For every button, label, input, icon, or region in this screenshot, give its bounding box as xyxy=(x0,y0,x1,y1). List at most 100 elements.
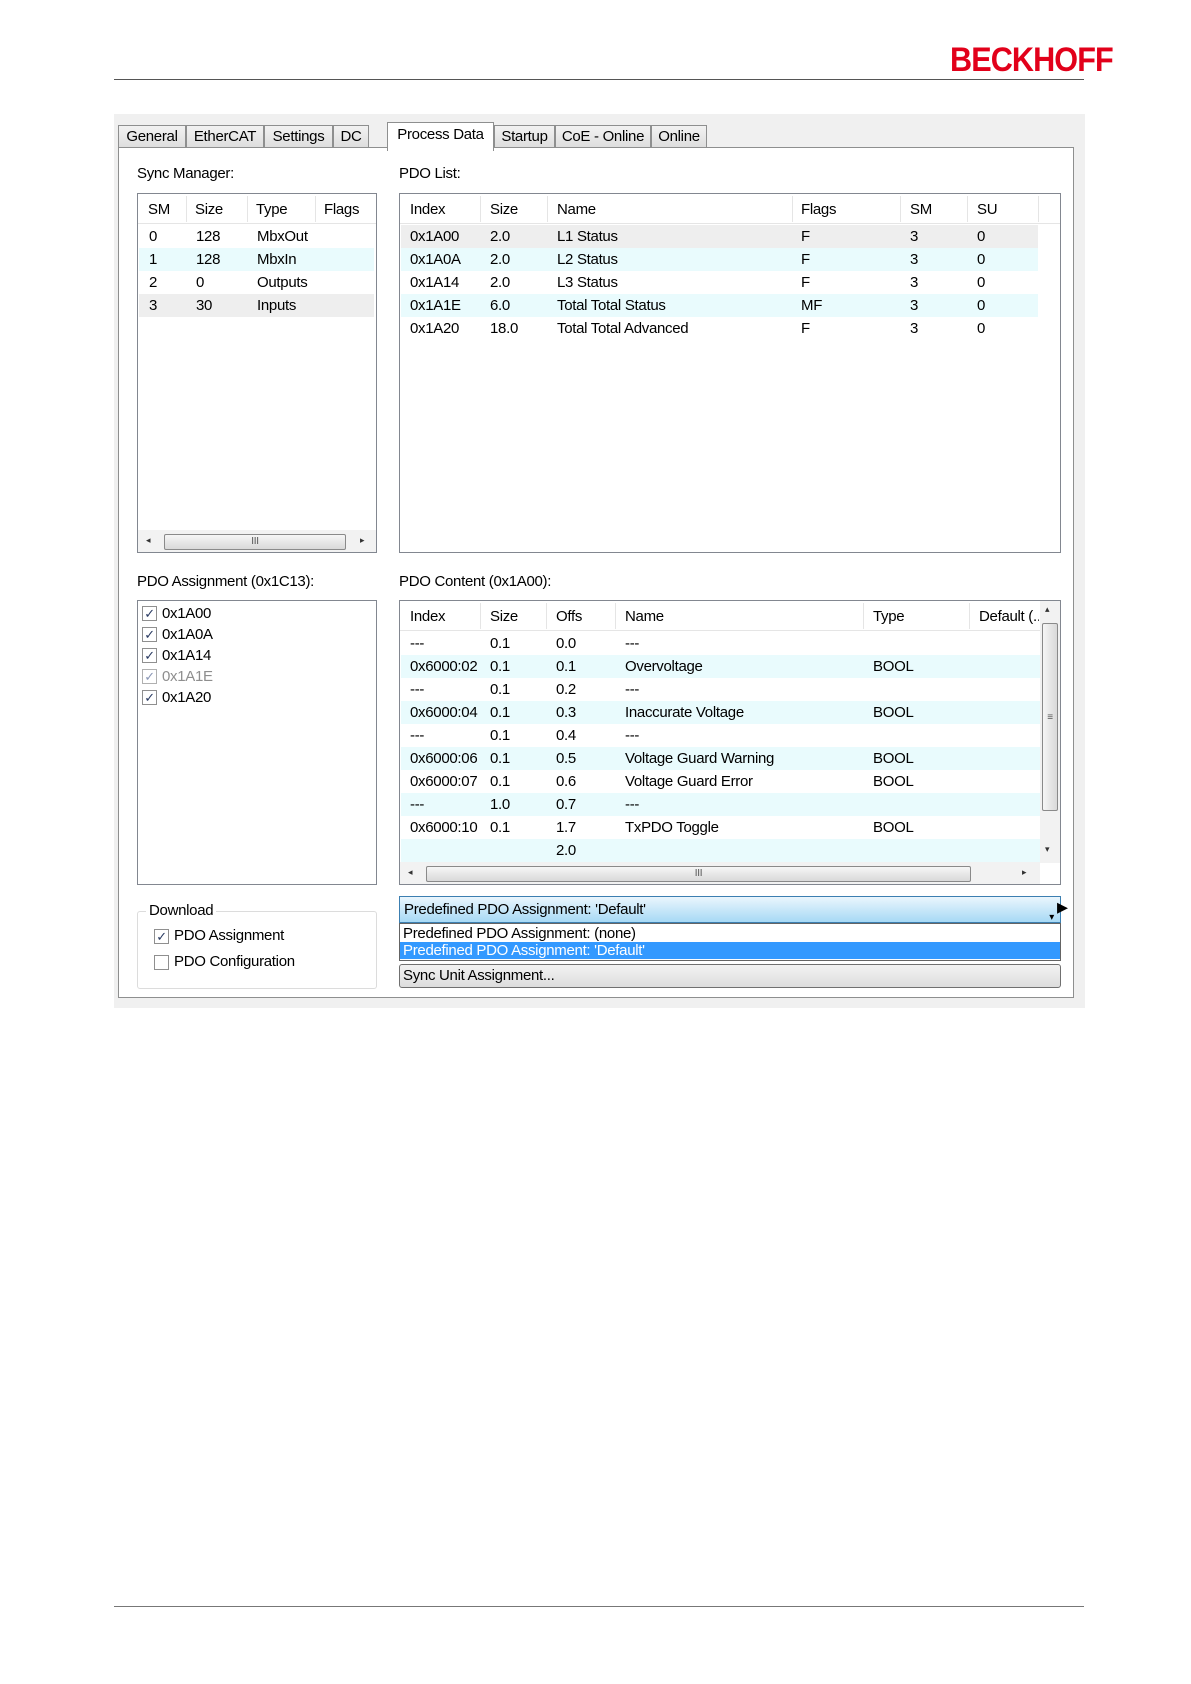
pdo-configuration-checkbox[interactable] xyxy=(154,955,169,970)
pdo-content-vscrollbar[interactable]: ▴ ≡ ▾ xyxy=(1040,601,1060,863)
cell-index: --- xyxy=(410,727,425,744)
cell-type: BOOL xyxy=(873,658,914,675)
cell-offs: 0.1 xyxy=(556,658,576,675)
tab-settings[interactable]: Settings xyxy=(264,125,333,149)
cell-offs: 0.2 xyxy=(556,681,576,698)
column-header-type[interactable]: Type xyxy=(256,201,288,218)
column-header-flags[interactable]: Flags xyxy=(324,201,359,218)
scroll-down-icon[interactable]: ▾ xyxy=(1045,844,1050,855)
scroll-thumb[interactable]: III xyxy=(426,866,971,882)
table-row[interactable]: 2 0 Outputs xyxy=(139,271,374,294)
cell-size: 0.1 xyxy=(490,635,510,652)
cell-size: 2.0 xyxy=(490,274,510,291)
cell-name: --- xyxy=(625,635,640,652)
table-row[interactable]: 2.0 xyxy=(401,839,1041,862)
checkbox[interactable]: ✓ xyxy=(142,690,157,705)
pdo-content-list[interactable]: Index Size Offs Name Type Default (... -… xyxy=(399,600,1061,885)
checkbox[interactable]: ✓ xyxy=(142,606,157,621)
cell-size: 0.1 xyxy=(490,727,510,744)
footer-rule xyxy=(114,1606,1084,1607)
predefined-pdo-combobox[interactable]: Predefined PDO Assignment: 'Default' ▾ xyxy=(399,896,1061,923)
cell-offs: 1.7 xyxy=(556,819,576,836)
table-row[interactable]: 0x6000:06 0.1 0.5 Voltage Guard Warning … xyxy=(401,747,1041,770)
tab-coe-online[interactable]: CoE - Online xyxy=(555,125,651,149)
cell-offs: 0.3 xyxy=(556,704,576,721)
cell-su: 0 xyxy=(977,297,986,314)
scroll-right-icon[interactable]: ▸ xyxy=(1022,867,1027,878)
checkbox[interactable]: ✓ xyxy=(142,648,157,663)
cell-index: 0x1A0A xyxy=(410,251,461,268)
column-header-su[interactable]: SU xyxy=(977,201,998,218)
table-row[interactable]: 0x1A00 2.0 L1 Status F 3 0 xyxy=(401,225,1038,248)
cell-index: --- xyxy=(410,796,425,813)
table-row[interactable]: 0x1A0A 2.0 L2 Status F 3 0 xyxy=(401,248,1038,271)
table-row[interactable]: 3 30 Inputs xyxy=(139,294,374,317)
column-header-default[interactable]: Default (... xyxy=(979,608,1039,625)
download-group-label: Download xyxy=(146,902,217,919)
cell-index: 0x6000:06 xyxy=(410,750,478,767)
sync-unit-assignment-button[interactable]: Sync Unit Assignment... xyxy=(399,964,1061,988)
table-row[interactable]: 0x1A1E 6.0 Total Total Status MF 3 0 xyxy=(401,294,1038,317)
scroll-left-icon[interactable]: ◂ xyxy=(408,867,413,878)
dropdown-option-default[interactable]: Predefined PDO Assignment: 'Default' xyxy=(400,942,1060,959)
column-header-name[interactable]: Name xyxy=(625,608,664,625)
column-header-size[interactable]: Size xyxy=(195,201,223,218)
table-row[interactable]: --- 0.1 0.0 --- xyxy=(401,632,1041,655)
predefined-pdo-dropdown: Predefined PDO Assignment: (none) Predef… xyxy=(399,923,1061,961)
column-header-size[interactable]: Size xyxy=(490,608,518,625)
table-row[interactable]: --- 0.1 0.4 --- xyxy=(401,724,1041,747)
cell-name: Total Total Status xyxy=(557,297,666,314)
tab-process-data[interactable]: Process Data xyxy=(387,122,494,151)
column-header-sm[interactable]: SM xyxy=(148,201,170,218)
table-row[interactable]: 0x6000:04 0.1 0.3 Inaccurate Voltage BOO… xyxy=(401,701,1041,724)
scroll-left-icon[interactable]: ◂ xyxy=(146,535,151,546)
column-header-flags[interactable]: Flags xyxy=(801,201,836,218)
tab-dc[interactable]: DC xyxy=(333,125,369,149)
column-header-name[interactable]: Name xyxy=(557,201,596,218)
tab-startup[interactable]: Startup xyxy=(494,125,555,149)
table-row[interactable]: --- 1.0 0.7 --- xyxy=(401,793,1041,816)
table-row[interactable]: 0 128 MbxOut xyxy=(139,225,374,248)
cell-name: --- xyxy=(625,727,640,744)
pdo-content-hscrollbar[interactable]: ◂ III ▸ xyxy=(400,862,1040,884)
sync-manager-list[interactable]: SM Size Type Flags 0 128 MbxOut 1 128 Mb… xyxy=(137,193,377,553)
pdo-list[interactable]: Index Size Name Flags SM SU 0x1A00 2.0 L… xyxy=(399,193,1061,553)
table-row[interactable]: 0x1A14 2.0 L3 Status F 3 0 xyxy=(401,271,1038,294)
scroll-thumb[interactable]: ≡ xyxy=(1042,623,1058,811)
pdo-content-header: Index Size Offs Name Type Default (... xyxy=(400,601,1040,631)
scroll-thumb[interactable]: III xyxy=(164,534,346,550)
table-row[interactable]: 0x6000:07 0.1 0.6 Voltage Guard Error BO… xyxy=(401,770,1041,793)
cell-type: BOOL xyxy=(873,750,914,767)
pdo-assignment-list[interactable]: ✓ 0x1A00 ✓ 0x1A0A ✓ 0x1A14 ✓ 0x1A1E ✓ 0x… xyxy=(137,600,377,885)
column-header-offs[interactable]: Offs xyxy=(556,608,582,625)
table-row[interactable]: 0x6000:02 0.1 0.1 Overvoltage BOOL xyxy=(401,655,1041,678)
cell-flags: F xyxy=(801,228,810,245)
checkbox[interactable]: ✓ xyxy=(142,627,157,642)
column-header-type[interactable]: Type xyxy=(873,608,905,625)
sync-manager-hscrollbar[interactable]: ◂ III ▸ xyxy=(138,530,376,552)
cell-su: 0 xyxy=(977,251,986,268)
table-row[interactable]: 0x6000:10 0.1 1.7 TxPDO Toggle BOOL xyxy=(401,816,1041,839)
table-row[interactable]: --- 0.1 0.2 --- xyxy=(401,678,1041,701)
table-row[interactable]: 0x1A20 18.0 Total Total Advanced F 3 0 xyxy=(401,317,1038,340)
tab-ethercat[interactable]: EtherCAT xyxy=(186,125,264,149)
cell-name: L3 Status xyxy=(557,274,618,291)
cell-size: 6.0 xyxy=(490,297,510,314)
cell-index: 0x6000:04 xyxy=(410,704,478,721)
scroll-right-icon[interactable]: ▸ xyxy=(360,535,365,546)
cell-index: 0x6000:10 xyxy=(410,819,478,836)
cell-name: L2 Status xyxy=(557,251,618,268)
tab-online[interactable]: Online xyxy=(651,125,707,149)
dropdown-option-none[interactable]: Predefined PDO Assignment: (none) xyxy=(400,925,1060,942)
cell-su: 0 xyxy=(977,274,986,291)
cell-name: L1 Status xyxy=(557,228,618,245)
column-header-index[interactable]: Index xyxy=(410,201,446,218)
column-header-size[interactable]: Size xyxy=(490,201,518,218)
tab-general[interactable]: General xyxy=(118,125,186,149)
table-row[interactable]: 1 128 MbxIn xyxy=(139,248,374,271)
column-header-sm[interactable]: SM xyxy=(910,201,932,218)
cell-index: 0x6000:07 xyxy=(410,773,478,790)
scroll-up-icon[interactable]: ▴ xyxy=(1045,604,1050,615)
column-header-index[interactable]: Index xyxy=(410,608,446,625)
pdo-assignment-checkbox[interactable]: ✓ xyxy=(154,929,169,944)
